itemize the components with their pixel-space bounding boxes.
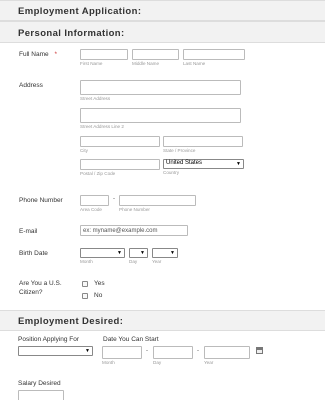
start-month-input[interactable] xyxy=(102,346,142,359)
phone-label: Phone Number xyxy=(19,197,63,204)
salary-label: Salary Desired xyxy=(18,380,61,387)
start-month-sublabel: Month xyxy=(102,360,115,365)
postal-code-input[interactable] xyxy=(80,159,160,170)
citizen-no-label: No xyxy=(94,292,103,299)
first-name-sublabel: First Name xyxy=(80,61,103,66)
birth-day-select[interactable]: ▼ xyxy=(129,248,148,258)
birth-date-label: Birth Date xyxy=(19,250,48,257)
postal-code-sublabel: Postal / Zip Code xyxy=(80,171,116,176)
required-mark: * xyxy=(54,51,57,58)
employment-desired-header: Employment Desired: xyxy=(0,310,325,331)
phone-number-input[interactable] xyxy=(119,195,196,206)
start-dash-2: - xyxy=(197,348,199,354)
address-label: Address xyxy=(19,82,43,89)
birth-day-sublabel: Day xyxy=(129,259,138,264)
last-name-sublabel: Last Name xyxy=(183,61,206,66)
street-address2-input[interactable] xyxy=(80,108,241,123)
birth-month-select[interactable]: ▼ xyxy=(80,248,125,258)
personal-info-title: Personal Information: xyxy=(18,28,125,39)
position-select[interactable]: ▼ xyxy=(18,346,93,356)
chevron-down-icon: ▼ xyxy=(170,250,175,256)
first-name-input[interactable] xyxy=(80,49,128,60)
area-code-sublabel: Area Code xyxy=(80,207,102,212)
chevron-down-icon: ▼ xyxy=(140,250,145,256)
start-day-sublabel: Day xyxy=(153,360,162,365)
start-year-input[interactable] xyxy=(204,346,250,359)
state-sublabel: State / Province xyxy=(163,148,196,153)
city-sublabel: City xyxy=(80,148,88,153)
chevron-down-icon: ▼ xyxy=(236,161,241,167)
full-name-label: Full Name * xyxy=(19,51,57,58)
state-input[interactable] xyxy=(163,136,243,147)
citizen-no-checkbox[interactable] xyxy=(82,293,88,299)
start-day-input[interactable] xyxy=(153,346,193,359)
birth-year-select[interactable]: ▼ xyxy=(152,248,178,258)
middle-name-input[interactable] xyxy=(132,49,179,60)
salary-input[interactable] xyxy=(18,390,64,400)
street-address-sublabel: Street Address xyxy=(80,96,111,101)
position-label: Position Applying For xyxy=(18,336,80,343)
start-year-sublabel: Year xyxy=(204,360,214,365)
phone-number-sublabel: Phone Number xyxy=(119,207,150,212)
country-value: United States xyxy=(166,160,203,166)
last-name-input[interactable] xyxy=(183,49,245,60)
birth-month-sublabel: Month xyxy=(80,259,93,264)
city-input[interactable] xyxy=(80,136,160,147)
chevron-down-icon: ▼ xyxy=(117,250,122,256)
chevron-down-icon: ▼ xyxy=(85,348,90,354)
employment-desired-title: Employment Desired: xyxy=(18,316,124,327)
phone-dash: - xyxy=(113,196,115,202)
street-address-input[interactable] xyxy=(80,80,241,95)
form-title-header: Employment Application: xyxy=(0,0,325,21)
country-select[interactable]: United States ▼ xyxy=(163,159,244,169)
citizen-yes-checkbox[interactable] xyxy=(82,281,88,287)
email-field[interactable]: ex: myname@example.com xyxy=(80,225,188,236)
calendar-icon[interactable] xyxy=(256,347,263,354)
citizen-label: Are You a U.S. Citizen? xyxy=(19,280,62,296)
form-title: Employment Application: xyxy=(18,6,142,17)
citizen-yes-label: Yes xyxy=(94,280,105,287)
start-dash-1: - xyxy=(146,348,148,354)
start-date-label: Date You Can Start xyxy=(103,336,159,343)
birth-year-sublabel: Year xyxy=(152,259,162,264)
middle-name-sublabel: Middle Name xyxy=(132,61,160,66)
area-code-input[interactable] xyxy=(80,195,109,206)
country-sublabel: Country xyxy=(163,170,180,175)
personal-info-header: Personal Information: xyxy=(0,21,325,43)
email-label: E-mail xyxy=(19,228,38,235)
street-address2-sublabel: Street Address Line 2 xyxy=(80,124,124,129)
